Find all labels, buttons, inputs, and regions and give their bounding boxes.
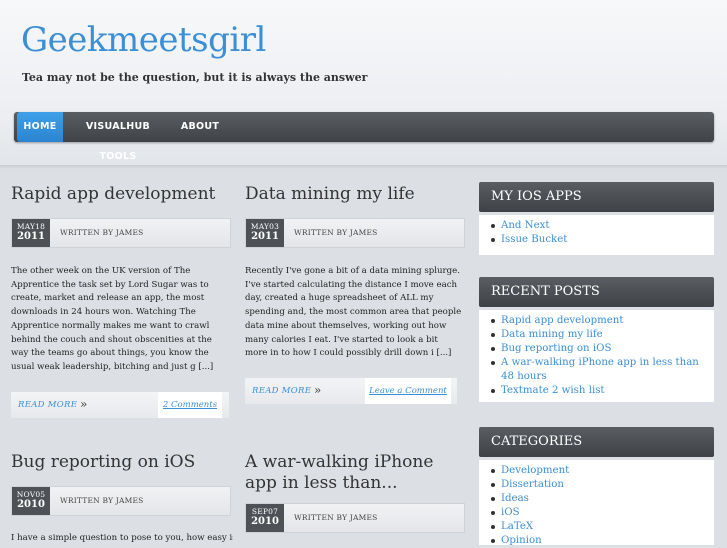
site-title[interactable]: Geekmeetsgirl [21,20,266,60]
list-item[interactable]: And Next [491,219,714,233]
header-divider [0,165,727,169]
widget-categories: Development Dissertation Ideas iOS LaTeX… [479,460,714,548]
author: WRITTEN BY JAMES [60,496,144,505]
comments-link[interactable]: Leave a Comment [365,378,451,404]
date-year: 2011 [17,231,45,242]
post-excerpt: I have a simple question to pose to you,… [11,533,233,543]
date-year: 2011 [251,231,279,242]
site-tagline: Tea may not be the question, but it is a… [22,71,368,84]
post-title[interactable]: Rapid app development [11,184,226,205]
post-title[interactable]: Bug reporting on iOS [11,452,226,473]
post-meta: MAY03 2011 WRITTEN BY JAMES [245,218,465,248]
post-excerpt: The other week on the UK version of The … [11,266,214,372]
date-box: MAY03 2011 [246,219,284,247]
main-nav: HOME VISUALHUB TOOLS ABOUT [14,112,714,162]
read-more-link[interactable]: READ MORE [252,386,311,396]
post-title[interactable]: A war-walking iPhone app in less than... [245,452,470,494]
date-box: MAY18 2011 [12,219,50,247]
nav-home[interactable]: HOME [17,112,63,142]
author: WRITTEN BY JAMES [294,513,378,522]
list-item[interactable]: iOS [491,506,714,520]
read-more-link[interactable]: READ MORE [18,400,77,410]
post-excerpt: Recently I've gone a bit of a data minin… [245,266,462,359]
read-more-arrow-icon: » [80,397,88,411]
date-year: 2010 [17,499,45,510]
list-item[interactable]: A war-walking iPhone app in less than 48… [491,356,714,384]
post-footer: READ MORE » Leave a Comment [245,378,457,404]
list-item[interactable]: Opinion [491,534,714,548]
list-item[interactable]: Bug reporting on iOS [491,342,714,356]
date-year: 2010 [251,516,279,527]
post-footer: READ MORE » 2 Comments [11,392,229,418]
list-item[interactable]: Issue Bucket [491,233,714,247]
widget-title-recent-posts: RECENT POSTS [479,277,714,307]
author: WRITTEN BY JAMES [60,228,144,237]
author: WRITTEN BY JAMES [294,228,378,237]
list-item[interactable]: LaTeX [491,520,714,534]
list-item[interactable]: Ideas [491,492,714,506]
widget-title-categories: CATEGORIES [479,427,714,457]
comments-link[interactable]: 2 Comments [158,392,222,418]
post-meta: NOV05 2010 WRITTEN BY JAMES [11,486,231,516]
nav-about[interactable]: ABOUT [178,112,222,142]
post-meta: SEP07 2010 WRITTEN BY JAMES [245,503,465,533]
list-item[interactable]: Rapid app development [491,314,714,328]
list-item[interactable]: Development [491,464,714,478]
post-meta: MAY18 2011 WRITTEN BY JAMES [11,218,231,248]
date-month: NOV05 [16,490,46,499]
widget-recent-posts: Rapid app development Data mining my lif… [479,310,714,402]
widget-ios-apps: And Next Issue Bucket [479,215,714,255]
list-item[interactable]: Textmate 2 wish list [491,384,714,398]
date-month: SEP07 [251,507,279,516]
list-item[interactable]: Data mining my life [491,328,714,342]
date-month: MAY03 [250,222,280,231]
date-month: MAY18 [16,222,46,231]
date-box: SEP07 2010 [246,504,284,532]
nav-visualhub-tools[interactable]: VISUALHUB TOOLS [66,112,170,162]
list-item[interactable]: Dissertation [491,478,714,492]
date-box: NOV05 2010 [12,487,50,515]
post-title[interactable]: Data mining my life [245,184,465,205]
widget-title-ios-apps: MY IOS APPS [479,182,714,212]
read-more-arrow-icon: » [314,383,322,397]
